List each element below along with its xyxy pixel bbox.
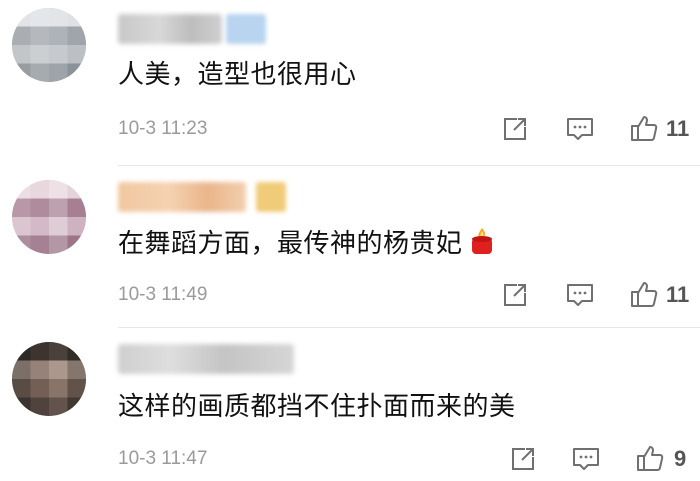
like-count: 11: [666, 282, 690, 307]
thumbs-up-icon: [637, 446, 664, 471]
share-button[interactable]: [508, 444, 538, 474]
like-count: 9: [674, 446, 687, 471]
comment-icon: [573, 448, 599, 470]
share-icon: [504, 284, 526, 306]
like-button[interactable]: [628, 278, 660, 310]
share-button[interactable]: [500, 114, 530, 144]
divider: [118, 327, 700, 328]
avatar[interactable]: [12, 8, 86, 82]
comment-icon: [567, 284, 593, 306]
comment-text: 这样的画质都挡不住扑面而来的美: [118, 392, 516, 422]
avatar[interactable]: [12, 180, 86, 254]
username-blurred[interactable]: [118, 14, 222, 44]
like-button[interactable]: [628, 112, 660, 144]
divider: [118, 165, 700, 166]
like-count: 11: [666, 116, 690, 141]
reply-button[interactable]: [564, 280, 596, 310]
like-button[interactable]: [634, 442, 666, 474]
username-blurred[interactable]: [118, 344, 294, 374]
user-badge-blurred: [256, 182, 286, 212]
comment-time: 10-3 11:47: [118, 448, 208, 469]
thumbs-up-icon: [631, 116, 658, 141]
comment-time: 10-3 11:49: [118, 284, 208, 305]
candle-emoji: [467, 226, 497, 256]
share-icon: [512, 448, 534, 470]
username-blurred[interactable]: [118, 182, 246, 212]
comment-text: 人美，造型也很用心: [118, 60, 357, 90]
reply-button[interactable]: [564, 114, 596, 144]
reply-button[interactable]: [570, 444, 602, 474]
comment-icon: [567, 118, 593, 140]
thumbs-up-icon: [631, 282, 658, 307]
share-icon: [504, 118, 526, 140]
comment-time: 10-3 11:23: [118, 118, 208, 139]
avatar[interactable]: [12, 342, 86, 416]
share-button[interactable]: [500, 280, 530, 310]
user-badge-blurred: [226, 14, 266, 44]
comment-text: 在舞蹈方面，最传神的杨贵妃: [118, 226, 497, 261]
comment-text-content: 在舞蹈方面，最传神的杨贵妃: [118, 229, 463, 259]
